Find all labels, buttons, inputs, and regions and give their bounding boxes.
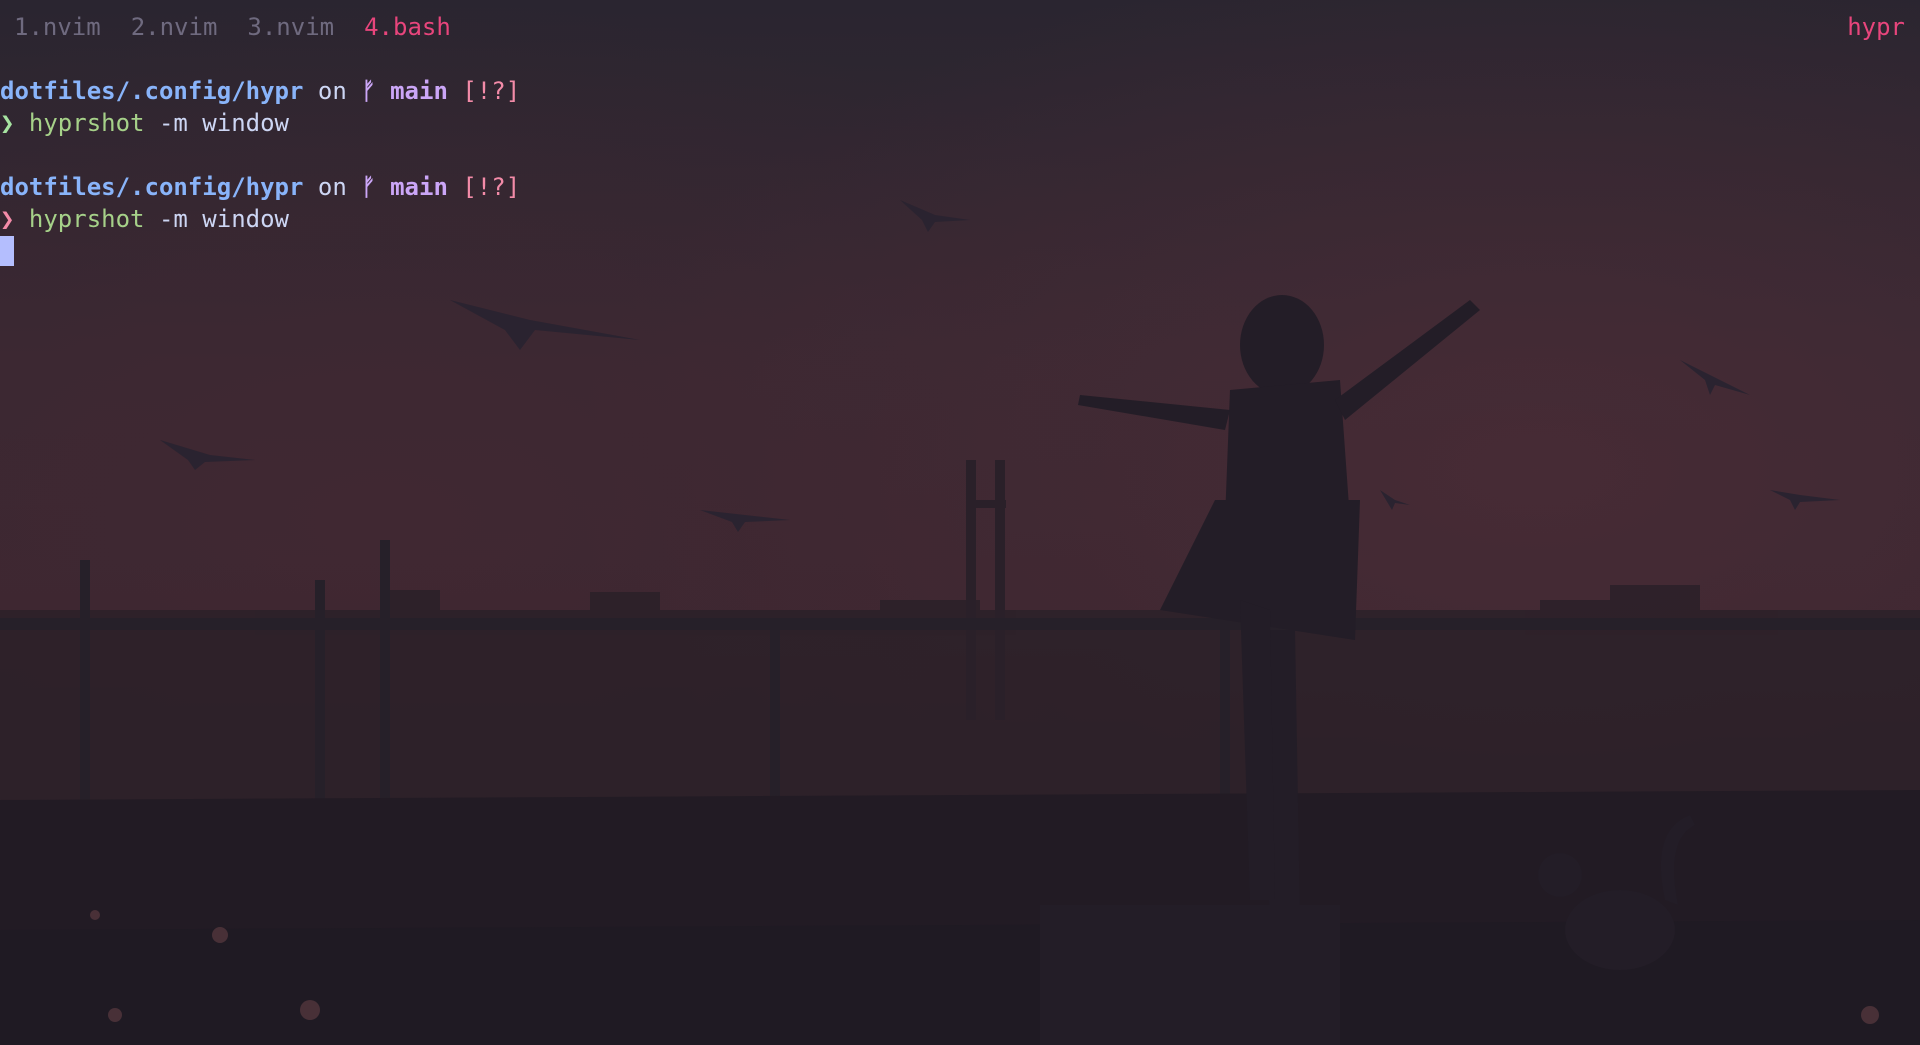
command-args: -m window	[158, 109, 289, 137]
prompt-info-line: dotfiles/.config/hypr on ᚠ main [!?]	[0, 75, 520, 107]
command-name: hyprshot	[28, 109, 145, 137]
prompt-symbol: ❯	[0, 205, 15, 233]
tab-2-nvim[interactable]: 2.nvim	[131, 11, 218, 43]
command-line: ❯ hyprshot -m window	[0, 107, 520, 139]
tmux-status-bar: 1.nvim 2.nvim 3.nvim 4.bash hypr	[0, 11, 1920, 43]
input-line[interactable]	[0, 235, 520, 267]
prompt-info-line: dotfiles/.config/hypr on ᚠ main [!?]	[0, 171, 520, 203]
tab-1-nvim[interactable]: 1.nvim	[14, 11, 101, 43]
git-status: [!?]	[462, 77, 521, 105]
git-branch-name: main	[390, 173, 448, 201]
text-cursor	[0, 236, 14, 266]
on-label: on	[317, 77, 347, 105]
git-branch-name: main	[390, 77, 448, 105]
current-directory: dotfiles/.config/hypr	[0, 77, 304, 105]
command-name: hyprshot	[28, 205, 145, 233]
tmux-window-list: 1.nvim 2.nvim 3.nvim 4.bash	[14, 11, 481, 43]
git-status: [!?]	[462, 173, 521, 201]
current-directory: dotfiles/.config/hypr	[0, 173, 304, 201]
session-name: hypr	[1847, 13, 1905, 41]
git-branch-icon: ᚠ	[361, 77, 376, 105]
terminal-window[interactable]: 1.nvim 2.nvim 3.nvim 4.bash hypr dotfile…	[0, 0, 1920, 1045]
git-branch-icon: ᚠ	[361, 173, 376, 201]
on-label: on	[317, 173, 347, 201]
terminal-output[interactable]: dotfiles/.config/hypr on ᚠ main [!?] ❯ h…	[0, 75, 520, 267]
command-line: ❯ hyprshot -m window	[0, 203, 520, 235]
command-args: -m window	[158, 205, 289, 233]
tab-3-nvim[interactable]: 3.nvim	[247, 11, 334, 43]
tab-4-bash[interactable]: 4.bash	[364, 11, 451, 43]
prompt-symbol: ❯	[0, 109, 15, 137]
